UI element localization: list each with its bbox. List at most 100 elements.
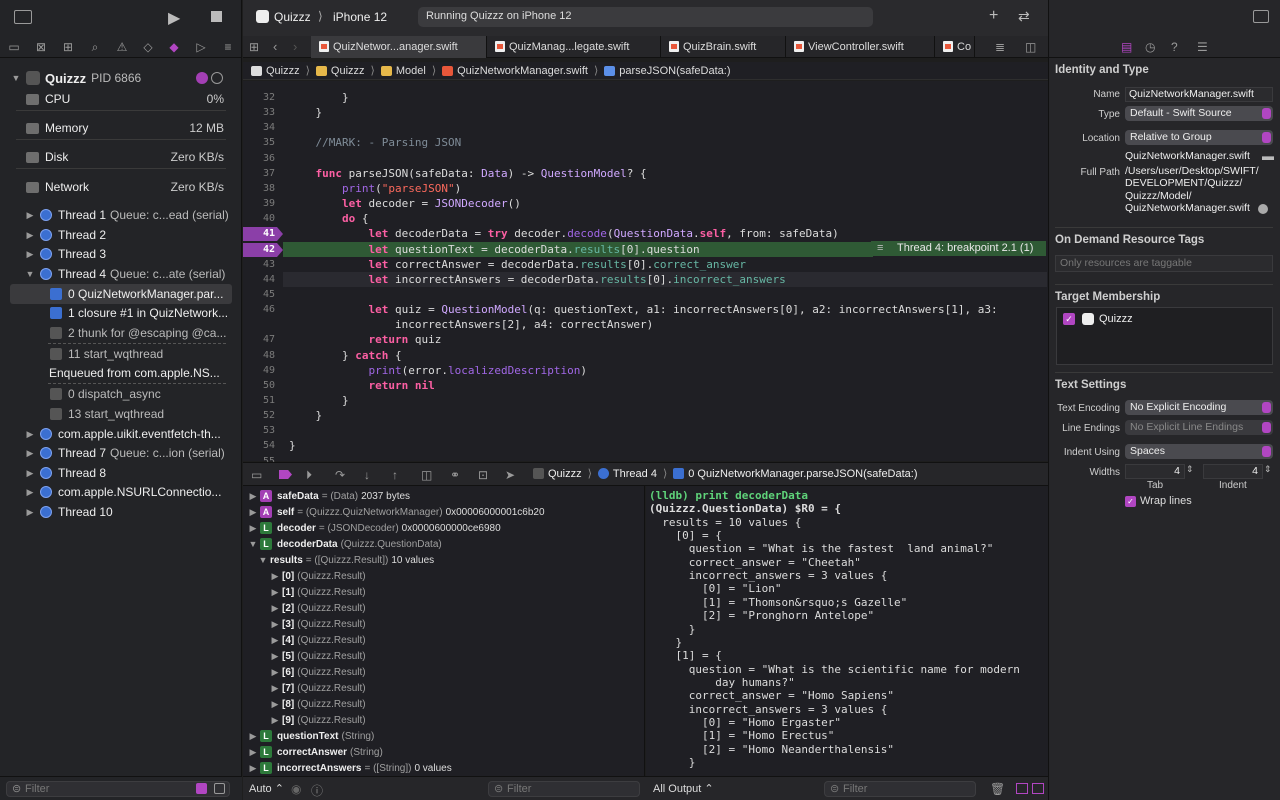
console-filter-input[interactable]: Filter ⊜ [824,781,976,797]
filter-toggle-icon[interactable] [196,783,207,794]
breakpoints-toggle-icon[interactable] [279,470,292,479]
variable-row[interactable]: ▶ [4] (Quizzz.Result) [270,632,369,648]
gauge-row[interactable]: Network Zero KB/s [0,177,242,197]
indent-width-field[interactable]: 4 [1203,464,1263,479]
chevron-right-icon[interactable]: ▶ [270,571,280,582]
variable-row[interactable]: ▶ [8] (Quizzz.Result) [270,696,369,712]
folder-icon[interactable]: ▭ [6,39,22,55]
chevron-down-icon[interactable]: ▼ [248,539,258,549]
split-left-icon[interactable] [1016,783,1028,794]
folder-icon[interactable]: ▬ [1262,149,1274,163]
thread-row[interactable]: ▼ Thread 4 Queue: c...ate (serial) [0,264,242,284]
variable-row[interactable]: ▶ [3] (Quizzz.Result) [270,616,369,632]
split-right-icon[interactable] [1032,783,1044,794]
chevron-right-icon[interactable]: ▶ [24,429,36,440]
variable-row[interactable]: ▶ [9] (Quizzz.Result) [270,712,369,728]
variable-row[interactable]: ▼ LdecoderData (Quizzz.QuestionData) [248,536,445,552]
variable-row[interactable]: ▶ LcorrectAnswer (String) [248,744,386,760]
chevron-right-icon[interactable]: ▶ [270,587,280,598]
chevron-right-icon[interactable]: ▶ [24,507,36,518]
chevron-right-icon[interactable]: ▶ [270,715,280,726]
target-checkbox[interactable]: ✓ [1063,313,1075,325]
location-popup[interactable]: Relative to Group [1125,130,1273,145]
auto-select[interactable]: Auto ⌃ [249,782,284,795]
step-out-icon[interactable]: ↑ [392,468,398,482]
variable-row[interactable]: ▶ LquestionText (String) [248,728,377,744]
tab-stepper[interactable]: ⇕ [1186,464,1194,475]
stack-frame[interactable]: 2 thunk for @escaping @ca... [0,323,242,343]
chevron-right-icon[interactable]: ▶ [270,667,280,678]
chevron-right-icon[interactable]: ▶ [248,747,258,758]
stack-frame[interactable]: Enqueued from com.apple.NS... [0,363,242,383]
chevron-down-icon[interactable]: ▼ [258,555,268,565]
variable-row[interactable]: ▶ AsafeData = (Data) 2037 bytes [248,488,410,504]
file-tab[interactable]: ViewController.swift [786,36,935,58]
breadcrumb-item[interactable]: Quizzz [251,65,300,77]
source-control-icon[interactable]: ⊠ [33,39,49,55]
chevron-right-icon[interactable]: ▶ [248,491,258,502]
thread-row[interactable]: ▶ com.apple.NSURLConnectio... [0,482,242,502]
filter-options-icon[interactable] [214,783,225,794]
chevron-right-icon[interactable]: ▶ [24,210,36,221]
back-icon[interactable]: ‹ [273,39,277,54]
thread-row[interactable]: ▶ com.apple.uikit.eventfetch-th... [0,424,242,444]
stack-frame[interactable]: 11 start_wqthread [0,344,242,364]
thread-row[interactable]: ▶ Thread 8 [0,463,242,483]
disclosure-icon[interactable]: ▼ [10,73,22,83]
debug-icon[interactable]: ◆ [166,39,182,55]
chevron-right-icon[interactable]: ▶ [248,523,258,534]
variable-row[interactable]: ▶ Ldecoder = (JSONDecoder) 0x0000600000ce69… [248,520,501,536]
debug-crumb[interactable]: Quizzz [533,468,582,480]
encoding-popup[interactable]: No Explicit Encoding [1125,400,1273,415]
tab-width-field[interactable]: 4 [1125,464,1185,479]
chevron-right-icon[interactable]: ▶ [248,763,258,774]
breadcrumb-item[interactable]: parseJSON(safeData:) [604,65,731,77]
chevron-right-icon[interactable]: ▶ [270,603,280,614]
chevron-right-icon[interactable]: ▶ [270,699,280,710]
thread-row[interactable]: ▶ Thread 2 [0,225,242,245]
variables-filter-input[interactable]: Filter ⊜ [488,781,640,797]
add-icon[interactable]: + [989,7,998,25]
variable-row[interactable]: ▶ [1] (Quizzz.Result) [270,584,369,600]
stack-frame[interactable]: 1 closure #1 in QuizNetwork... [0,303,242,323]
hide-debug-icon[interactable]: ▭ [251,468,262,482]
debug-crumb[interactable]: 0 QuizNetworkManager.parseJSON(safeData:… [673,468,918,480]
symbol-icon[interactable]: ⊞ [60,39,76,55]
chevron-right-icon[interactable]: ▶ [24,249,36,260]
gauge-row[interactable]: Memory 12 MB [0,118,242,138]
step-over-icon[interactable]: ↷ [335,468,345,482]
chevron-right-icon[interactable]: ▶ [248,507,258,518]
endings-popup[interactable]: No Explicit Line Endings [1125,420,1273,435]
editor-options-icon[interactable]: ≣ [995,40,1005,54]
trash-icon[interactable]: 🗑 [990,782,1005,796]
memory-graph-icon[interactable]: ⚭ [450,468,460,482]
chevron-down-icon[interactable]: ▼ [24,269,36,279]
name-field[interactable]: QuizNetworkManager.swift [1125,87,1273,102]
chevron-right-icon[interactable]: ▶ [270,635,280,646]
info-icon[interactable] [196,72,208,84]
view-hierarchy-icon[interactable]: ◫ [421,468,432,482]
output-select[interactable]: All Output ⌃ [653,782,714,795]
navigator-filter-input[interactable]: Filter ⊜ [6,781,230,797]
gauge-row[interactable]: Disk Zero KB/s [0,147,242,167]
reveal-arrow-icon[interactable] [1258,204,1268,214]
debug-crumb[interactable]: Thread 4 [597,468,657,480]
help-icon[interactable]: ? [1171,40,1178,54]
chevron-right-icon[interactable]: ▶ [270,619,280,630]
breadcrumb-item[interactable]: Model [380,65,426,77]
step-into-icon[interactable]: ↓ [364,468,370,482]
breakpoint-icon[interactable]: ▷ [193,39,209,55]
thread-row[interactable]: ▶ Thread 3 [0,244,242,264]
file-tab[interactable]: QuizBrain.swift [661,36,786,58]
variable-row[interactable]: ▼ results = ([Quizzz.Result]) 10 values [258,552,435,568]
chevron-right-icon[interactable]: ▶ [24,230,36,241]
stack-frame[interactable]: 0 QuizNetworkManager.par... [10,284,232,304]
scheme-name[interactable]: Quizzz [274,10,311,24]
indent-popup[interactable]: Spaces [1125,444,1273,459]
swap-icon[interactable]: ⇄ [1018,8,1030,25]
pause-icon[interactable] [211,72,223,84]
inspector-toggle-icon[interactable] [1253,10,1269,23]
thread-row[interactable]: ▶ Thread 7 Queue: c...ion (serial) [0,443,242,463]
variable-row[interactable]: ▶ LincorrectAnswers = ([String]) 0 values [248,760,452,776]
wrap-lines-checkbox[interactable]: ✓ [1125,496,1136,507]
